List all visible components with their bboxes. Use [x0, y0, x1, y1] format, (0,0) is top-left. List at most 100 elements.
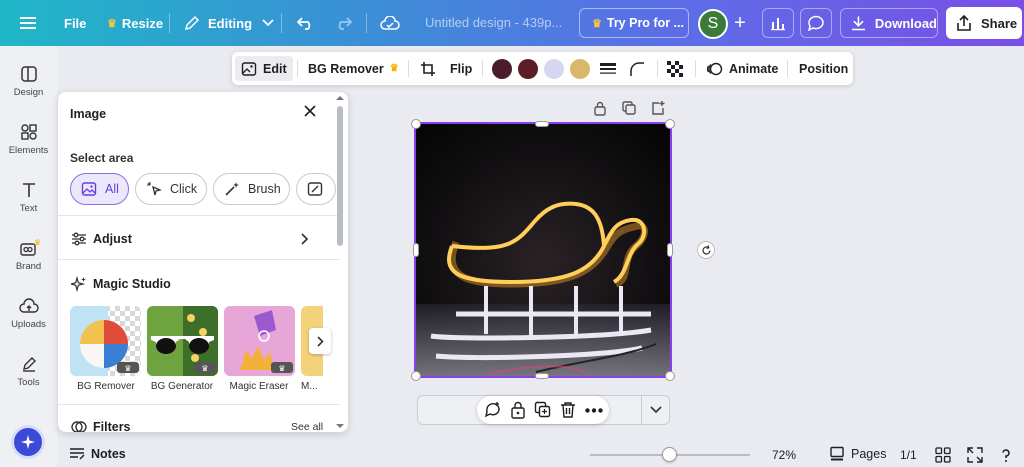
add-page-icon[interactable]	[651, 101, 665, 116]
insights-button[interactable]	[762, 8, 794, 38]
download-button[interactable]: Download	[840, 8, 938, 38]
select-brush-option[interactable]: Brush	[213, 173, 290, 205]
resize-handle-sw[interactable]	[411, 371, 421, 381]
shapes-icon	[20, 124, 37, 140]
flip-button[interactable]: Flip	[450, 52, 472, 85]
menu-button[interactable]	[20, 0, 36, 46]
sidebar-item-elements[interactable]: Elements	[0, 123, 57, 156]
trash-icon[interactable]	[560, 401, 576, 419]
pages-button[interactable]: Pages	[829, 446, 886, 462]
grid-view-icon[interactable]	[935, 447, 951, 463]
fullscreen-icon[interactable]	[967, 447, 983, 463]
pencil-icon	[184, 15, 200, 31]
comments-button[interactable]	[800, 8, 832, 38]
lock-icon[interactable]	[593, 101, 607, 116]
animate-icon	[706, 62, 723, 75]
sidebar-item-brand[interactable]: ♛ Brand	[0, 239, 57, 272]
crop-button[interactable]	[420, 52, 436, 85]
resize-handle-ne[interactable]	[665, 119, 675, 129]
image-edit-panel: Image Select area All Click Brush Adjust…	[58, 92, 348, 432]
sidebar-item-label: Elements	[8, 145, 49, 156]
bg-generator-thumbnail[interactable]: ♛	[147, 306, 218, 376]
crown-icon: ♛	[592, 17, 602, 30]
download-label: Download	[874, 15, 937, 31]
bg-remover-thumbnail[interactable]: ♛	[70, 306, 141, 376]
resize-handle-nw[interactable]	[411, 119, 421, 129]
resize-handle-n[interactable]	[535, 121, 549, 127]
close-button[interactable]	[303, 104, 317, 121]
redo-button[interactable]	[334, 0, 352, 46]
crown-icon: ♛	[389, 63, 399, 74]
selected-image[interactable]	[414, 122, 672, 378]
download-icon	[851, 16, 865, 31]
select-all-option[interactable]: All	[70, 173, 129, 205]
position-button[interactable]: Position	[799, 52, 848, 85]
divider	[695, 60, 696, 77]
sidebar-item-uploads[interactable]: Uploads	[0, 297, 57, 330]
magic-assistant-button[interactable]	[11, 425, 45, 459]
redo-icon	[338, 17, 352, 30]
select-more-option[interactable]	[296, 173, 336, 205]
avatar[interactable]: S	[698, 9, 728, 39]
undo-button[interactable]	[297, 0, 315, 46]
panel-scrollbar[interactable]	[337, 106, 343, 246]
resize-handle-e[interactable]	[667, 243, 673, 257]
sidebar-item-text[interactable]: Text	[0, 181, 57, 214]
add-comment-icon[interactable]	[484, 401, 502, 419]
color-swatch[interactable]	[570, 59, 590, 79]
see-all-link[interactable]: See all	[291, 421, 323, 432]
rotate-handle[interactable]	[697, 241, 715, 259]
neon-sleigh-photo	[416, 124, 670, 376]
help-icon[interactable]	[998, 447, 1014, 463]
pages-label: Pages	[851, 447, 887, 461]
pen-icon	[22, 357, 36, 372]
resize-button[interactable]: ♛ Resize	[107, 0, 163, 46]
file-menu[interactable]: File	[64, 0, 86, 46]
magic-eraser-thumbnail[interactable]: ♛	[224, 306, 295, 376]
cloud-save-status[interactable]	[380, 0, 400, 46]
bar-chart-icon	[771, 18, 785, 31]
chevron-right-icon	[301, 233, 309, 245]
filters-label: Filters	[93, 420, 131, 432]
svg-text:♛: ♛	[201, 364, 208, 373]
zoom-slider-thumb[interactable]	[662, 447, 677, 462]
color-swatch[interactable]	[518, 59, 538, 79]
border-style-button[interactable]	[600, 52, 616, 85]
divider	[408, 60, 409, 77]
duplicate-icon[interactable]	[622, 101, 636, 116]
animate-button[interactable]: Animate	[706, 52, 778, 85]
duplicate-icon[interactable]	[534, 401, 552, 419]
try-pro-button[interactable]: ♛ Try Pro for ...	[579, 8, 689, 38]
document-title[interactable]: Untitled design - 439p...	[425, 15, 562, 30]
zoom-level[interactable]: 72%	[772, 448, 796, 462]
text-icon	[22, 183, 35, 197]
tool-label: Magic Eraser	[229, 381, 289, 392]
sidebar-item-design[interactable]: Design	[0, 65, 57, 98]
rotate-icon	[701, 244, 711, 254]
upload-icon	[18, 298, 39, 313]
scroll-up-icon[interactable]	[335, 95, 345, 101]
crop-icon	[421, 61, 435, 76]
transparency-button[interactable]	[667, 52, 683, 85]
notes-button[interactable]: Notes	[69, 447, 126, 461]
share-button[interactable]: Share	[946, 7, 1022, 39]
bg-remover-button[interactable]: BG Remover ♛	[308, 52, 399, 85]
chevron-down-icon[interactable]	[650, 406, 662, 414]
resize-handle-w[interactable]	[413, 243, 419, 257]
select-click-option[interactable]: Click	[135, 173, 207, 205]
divider	[482, 60, 483, 77]
resize-handle-se[interactable]	[665, 371, 675, 381]
lock-icon[interactable]	[510, 401, 526, 419]
color-swatch[interactable]	[492, 59, 512, 79]
sidebar-item-tools[interactable]: Tools	[0, 355, 57, 388]
more-options-icon[interactable]	[585, 408, 603, 413]
resize-handle-s[interactable]	[535, 373, 549, 379]
corner-rounding-button[interactable]	[629, 52, 645, 85]
editing-mode-dropdown[interactable]: Editing	[184, 0, 274, 46]
flip-label: Flip	[450, 61, 473, 76]
invite-button[interactable]: +	[728, 11, 752, 35]
color-swatch[interactable]	[544, 59, 564, 79]
scroll-down-icon[interactable]	[335, 423, 345, 429]
carousel-next-button[interactable]	[309, 328, 331, 354]
edit-image-button[interactable]: Edit	[235, 56, 293, 81]
